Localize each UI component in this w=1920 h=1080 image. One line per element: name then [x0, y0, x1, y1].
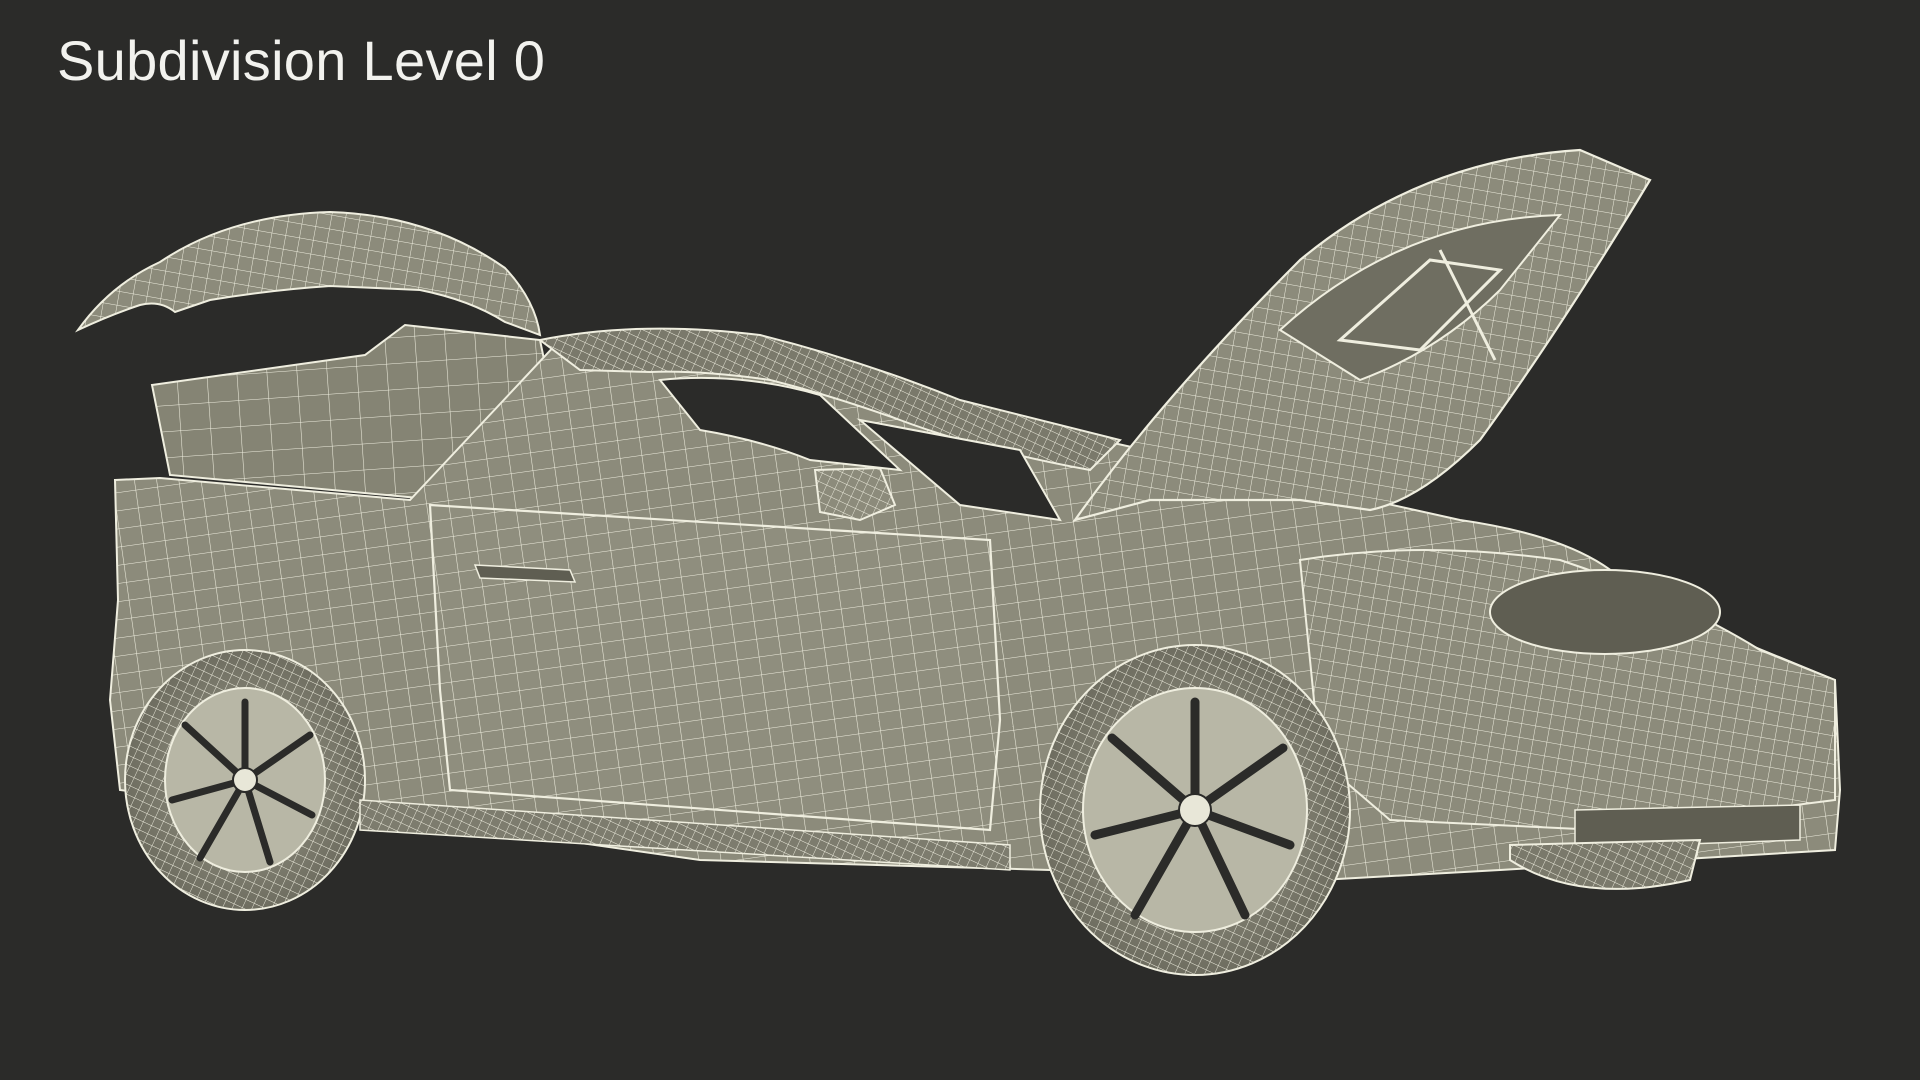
render-viewport: Subdivision Level 0: [0, 0, 1920, 1080]
front-fascia: [1298, 549, 1836, 849]
rear-wheel: [124, 649, 366, 911]
front-door-open: [428, 503, 1002, 832]
far-front-wheel: [1509, 838, 1702, 890]
car-wireframe-render: [74, 148, 1842, 976]
rear-trunk-lid: [74, 210, 542, 337]
front-hood-open: [1072, 148, 1652, 522]
front-wheel: [1039, 644, 1351, 976]
